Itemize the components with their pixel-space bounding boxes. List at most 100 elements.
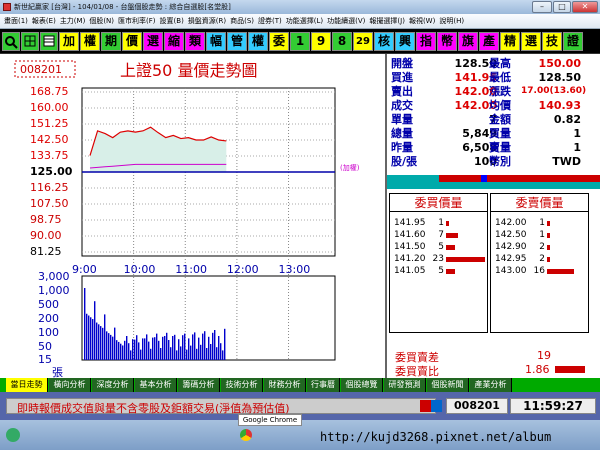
- sell-orders-box: 委賣價量 142.00 1 142.50 1 142.90 2 142.95 2 143.00 1…: [490, 193, 589, 333]
- price-tick: 142.50: [30, 133, 69, 146]
- price-tick: 81.25: [30, 245, 62, 258]
- start-icon[interactable]: [6, 428, 20, 442]
- chrome-icon[interactable]: [240, 429, 252, 441]
- volume-tick: 張: [52, 366, 63, 378]
- tab-2[interactable]: 深度分析: [92, 378, 134, 392]
- menu-item-2[interactable]: 主力(M): [60, 14, 86, 28]
- app-icon: [3, 3, 11, 11]
- toolbar-button-6[interactable]: 類: [185, 32, 205, 51]
- volume-bar: [166, 332, 168, 360]
- toolbar-button-15[interactable]: 核: [374, 32, 394, 51]
- menu-item-8[interactable]: 證券(T): [258, 14, 282, 28]
- menu-item-3[interactable]: 個股(N): [89, 14, 114, 28]
- volume-bar: [112, 336, 114, 360]
- table-icon: [43, 35, 55, 47]
- volume-bar: [110, 334, 112, 360]
- quote-label: 賣出: [391, 85, 413, 98]
- flag-icon: [420, 400, 442, 412]
- quote-row: 昨量 6,508 賣量 1: [387, 142, 600, 156]
- order-price: 142.95: [495, 254, 527, 264]
- sell-order-row: 142.50 1: [491, 230, 588, 241]
- tab-0[interactable]: 當日走勢: [6, 378, 48, 392]
- menu-item-0[interactable]: 畫面(1): [4, 14, 28, 28]
- menu-item-9[interactable]: 功能選擇(L): [286, 14, 323, 28]
- toolbar-button-20[interactable]: 產: [479, 32, 499, 51]
- toolbar-button-8[interactable]: 管: [227, 32, 247, 51]
- tab-3[interactable]: 基本分析: [135, 378, 177, 392]
- chart-code: 008201: [20, 63, 62, 76]
- search-button[interactable]: [2, 32, 20, 51]
- time-tick: 10:00: [124, 263, 156, 276]
- tab-11[interactable]: 產業分析: [470, 378, 512, 392]
- quote-value-2: 1: [573, 127, 581, 140]
- time-tick: 12:00: [227, 263, 259, 276]
- toolbar-button-19[interactable]: 旗: [458, 32, 478, 51]
- search-icon: [5, 36, 18, 49]
- maximize-icon[interactable]: □: [553, 1, 571, 13]
- toolbar-button-3[interactable]: 價: [122, 32, 142, 51]
- toolbar-button-0[interactable]: 加: [59, 32, 79, 51]
- price-tick: 98.75: [30, 213, 62, 226]
- order-qty-bar: [446, 269, 455, 274]
- toolbar-button-10[interactable]: 委: [269, 32, 289, 51]
- quote-value-2: 150.00: [538, 57, 581, 70]
- toolbar-button-4[interactable]: 選: [143, 32, 163, 51]
- order-qty: 2: [539, 242, 545, 252]
- tab-1[interactable]: 橫向分析: [49, 378, 91, 392]
- toolbar-button-16[interactable]: 興: [395, 32, 415, 51]
- tab-9[interactable]: 研發預測: [384, 378, 426, 392]
- buy-orders-box: 委買價量 141.95 1 141.60 7 141.50 5 141.20 23 141.05…: [389, 193, 488, 333]
- ratio-bar: [555, 366, 585, 373]
- menu-item-10[interactable]: 功能續選(V): [327, 14, 365, 28]
- toolbar-button-22[interactable]: 選: [521, 32, 541, 51]
- quote-row: 總量 5,849 買量 1: [387, 128, 600, 142]
- quote-row: 買進 141.95 最低 128.50: [387, 72, 600, 86]
- tab-5[interactable]: 技術分析: [221, 378, 263, 392]
- order-price: 141.50: [394, 242, 426, 252]
- tab-6[interactable]: 財務分析: [264, 378, 306, 392]
- minimize-icon[interactable]: –: [532, 1, 552, 13]
- volume-bar: [172, 336, 174, 360]
- menu-item-4[interactable]: 匯市利率(F): [118, 14, 156, 28]
- toolbar-button-1[interactable]: 權: [80, 32, 100, 51]
- toolbar-button-21[interactable]: 精: [500, 32, 520, 51]
- menu-item-13[interactable]: 說明(H): [439, 14, 464, 28]
- toolbar-button-18[interactable]: 幣: [437, 32, 457, 51]
- volume-bar: [114, 327, 116, 360]
- toolbar-button-17[interactable]: 指: [416, 32, 436, 51]
- toolbar-button-5[interactable]: 縮: [164, 32, 184, 51]
- menu-item-6[interactable]: 損盤資源(R): [188, 14, 226, 28]
- quote-row: 開盤 128.50 最高 150.00: [387, 58, 600, 72]
- time-tick: 11:00: [175, 263, 207, 276]
- close-icon[interactable]: ✕: [572, 1, 598, 13]
- menu-item-5[interactable]: 設置(B): [160, 14, 184, 28]
- layout-button[interactable]: [21, 32, 39, 51]
- menu-item-1[interactable]: 報表(E): [32, 14, 56, 28]
- toolbar-button-23[interactable]: 技: [542, 32, 562, 51]
- sell-order-row: 142.95 2: [491, 254, 588, 265]
- toolbar-button-24[interactable]: 證: [563, 32, 583, 51]
- status-time: 11:59:27: [510, 398, 596, 414]
- quote-value: 142.00: [454, 99, 497, 112]
- toolbar-button-7[interactable]: 幅: [206, 32, 226, 51]
- toolbar-button-13[interactable]: 8: [332, 32, 352, 51]
- volume-bar: [148, 341, 150, 360]
- grid-button[interactable]: [40, 32, 58, 51]
- menu-item-11[interactable]: 報撮選擇(J): [369, 14, 405, 28]
- toolbar-button-11[interactable]: 1: [290, 32, 310, 51]
- toolbar-button-2[interactable]: 期: [101, 32, 121, 51]
- tab-7[interactable]: 行事曆: [307, 378, 340, 392]
- toolbar-button-14[interactable]: 29: [353, 32, 373, 51]
- quote-label-2: 均價: [489, 99, 511, 112]
- volume-bar: [184, 333, 186, 360]
- tab-10[interactable]: 個股新聞: [427, 378, 469, 392]
- buy-orders-header: 委買價量: [390, 194, 487, 212]
- sell-order-row: 142.90 2: [491, 242, 588, 253]
- tab-4[interactable]: 籌碼分析: [178, 378, 220, 392]
- toolbar-button-9[interactable]: 權: [248, 32, 268, 51]
- menu-item-7[interactable]: 商品(S): [230, 14, 254, 28]
- order-qty-bar: [446, 221, 449, 226]
- toolbar-button-12[interactable]: 9: [311, 32, 331, 51]
- menu-item-12[interactable]: 報視(W): [409, 14, 435, 28]
- tab-8[interactable]: 個股總覽: [341, 378, 383, 392]
